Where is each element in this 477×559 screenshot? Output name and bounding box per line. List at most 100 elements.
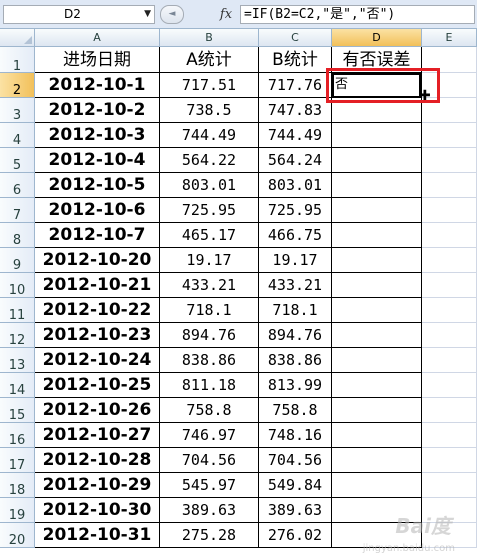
a-stat-cell[interactable]: 811.18 bbox=[160, 373, 259, 398]
header-cell-date[interactable]: 进场日期 bbox=[35, 47, 160, 73]
date-cell[interactable]: 2012-10-4 bbox=[35, 148, 160, 173]
b-stat-cell[interactable]: 894.76 bbox=[259, 323, 332, 348]
row-header-3[interactable]: 3 bbox=[0, 98, 35, 123]
b-stat-cell[interactable]: 838.86 bbox=[259, 348, 332, 373]
empty-cell[interactable] bbox=[422, 298, 477, 323]
empty-cell[interactable] bbox=[422, 423, 477, 448]
a-stat-cell[interactable]: 738.5 bbox=[160, 98, 259, 123]
date-cell[interactable]: 2012-10-29 bbox=[35, 473, 160, 498]
column-header-a[interactable]: A bbox=[35, 29, 160, 47]
error-cell[interactable] bbox=[332, 148, 422, 173]
date-cell[interactable]: 2012-10-3 bbox=[35, 123, 160, 148]
row-header-13[interactable]: 13 bbox=[0, 348, 35, 373]
date-cell[interactable]: 2012-10-23 bbox=[35, 323, 160, 348]
error-cell[interactable] bbox=[332, 298, 422, 323]
column-header-d[interactable]: D bbox=[332, 29, 422, 47]
header-cell-b-stat[interactable]: B统计 bbox=[259, 47, 332, 73]
row-header-11[interactable]: 11 bbox=[0, 298, 35, 323]
header-cell-a-stat[interactable]: A统计 bbox=[160, 47, 259, 73]
a-stat-cell[interactable]: 725.95 bbox=[160, 198, 259, 223]
a-stat-cell[interactable]: 465.17 bbox=[160, 223, 259, 248]
row-header-10[interactable]: 10 bbox=[0, 273, 35, 298]
a-stat-cell[interactable]: 704.56 bbox=[160, 448, 259, 473]
a-stat-cell[interactable]: 717.51 bbox=[160, 73, 259, 98]
date-cell[interactable]: 2012-10-31 bbox=[35, 523, 160, 548]
empty-cell[interactable] bbox=[422, 123, 477, 148]
row-header-16[interactable]: 16 bbox=[0, 423, 35, 448]
b-stat-cell[interactable]: 276.02 bbox=[259, 523, 332, 548]
chevron-down-icon[interactable]: ▼ bbox=[144, 6, 151, 23]
b-stat-cell[interactable]: 564.24 bbox=[259, 148, 332, 173]
error-cell[interactable] bbox=[332, 123, 422, 148]
b-stat-cell[interactable]: 717.76 bbox=[259, 73, 332, 98]
date-cell[interactable]: 2012-10-1 bbox=[35, 73, 160, 98]
formula-bar-expand-button[interactable]: ◄ bbox=[160, 5, 184, 24]
a-stat-cell[interactable]: 744.49 bbox=[160, 123, 259, 148]
error-cell[interactable] bbox=[332, 273, 422, 298]
row-header-19[interactable]: 19 bbox=[0, 498, 35, 523]
row-header-6[interactable]: 6 bbox=[0, 173, 35, 198]
date-cell[interactable]: 2012-10-20 bbox=[35, 248, 160, 273]
row-header-20[interactable]: 20 bbox=[0, 523, 35, 548]
error-cell[interactable] bbox=[332, 248, 422, 273]
row-header-7[interactable]: 7 bbox=[0, 198, 35, 223]
error-cell[interactable] bbox=[332, 423, 422, 448]
empty-cell[interactable] bbox=[422, 323, 477, 348]
insert-function-button[interactable]: fx bbox=[214, 5, 238, 24]
row-header-8[interactable]: 8 bbox=[0, 223, 35, 248]
empty-cell[interactable] bbox=[422, 348, 477, 373]
name-box[interactable]: D2 ▼ bbox=[3, 5, 155, 24]
a-stat-cell[interactable]: 718.1 bbox=[160, 298, 259, 323]
date-cell[interactable]: 2012-10-5 bbox=[35, 173, 160, 198]
b-stat-cell[interactable]: 758.8 bbox=[259, 398, 332, 423]
error-cell[interactable] bbox=[332, 348, 422, 373]
row-header-12[interactable]: 12 bbox=[0, 323, 35, 348]
date-cell[interactable]: 2012-10-24 bbox=[35, 348, 160, 373]
empty-cell[interactable] bbox=[422, 173, 477, 198]
date-cell[interactable]: 2012-10-25 bbox=[35, 373, 160, 398]
empty-cell[interactable] bbox=[422, 373, 477, 398]
a-stat-cell[interactable]: 758.8 bbox=[160, 398, 259, 423]
empty-cell[interactable] bbox=[422, 223, 477, 248]
row-header-1[interactable]: 1 bbox=[0, 47, 35, 74]
b-stat-cell[interactable]: 466.75 bbox=[259, 223, 332, 248]
a-stat-cell[interactable]: 275.28 bbox=[160, 523, 259, 548]
date-cell[interactable]: 2012-10-28 bbox=[35, 448, 160, 473]
date-cell[interactable]: 2012-10-22 bbox=[35, 298, 160, 323]
empty-cell[interactable] bbox=[422, 248, 477, 273]
row-header-9[interactable]: 9 bbox=[0, 248, 35, 273]
a-stat-cell[interactable]: 564.22 bbox=[160, 148, 259, 173]
select-all-button[interactable] bbox=[0, 29, 35, 47]
b-stat-cell[interactable]: 704.56 bbox=[259, 448, 332, 473]
empty-cell[interactable] bbox=[422, 473, 477, 498]
b-stat-cell[interactable]: 747.83 bbox=[259, 98, 332, 123]
column-header-c[interactable]: C bbox=[259, 29, 332, 47]
empty-cell[interactable] bbox=[422, 148, 477, 173]
a-stat-cell[interactable]: 433.21 bbox=[160, 273, 259, 298]
error-cell[interactable] bbox=[332, 198, 422, 223]
row-header-4[interactable]: 4 bbox=[0, 123, 35, 148]
b-stat-cell[interactable]: 389.63 bbox=[259, 498, 332, 523]
error-cell[interactable] bbox=[332, 398, 422, 423]
b-stat-cell[interactable]: 813.99 bbox=[259, 373, 332, 398]
row-header-18[interactable]: 18 bbox=[0, 473, 35, 498]
error-cell[interactable] bbox=[332, 173, 422, 198]
b-stat-cell[interactable]: 433.21 bbox=[259, 273, 332, 298]
row-header-5[interactable]: 5 bbox=[0, 148, 35, 173]
b-stat-cell[interactable]: 718.1 bbox=[259, 298, 332, 323]
a-stat-cell[interactable]: 838.86 bbox=[160, 348, 259, 373]
error-cell[interactable] bbox=[332, 373, 422, 398]
row-header-15[interactable]: 15 bbox=[0, 398, 35, 423]
error-cell[interactable] bbox=[332, 223, 422, 248]
date-cell[interactable]: 2012-10-27 bbox=[35, 423, 160, 448]
error-cell[interactable] bbox=[332, 473, 422, 498]
formula-input[interactable]: =IF(B2=C2,"是","否") bbox=[240, 5, 475, 24]
row-header-17[interactable]: 17 bbox=[0, 448, 35, 473]
b-stat-cell[interactable]: 19.17 bbox=[259, 248, 332, 273]
b-stat-cell[interactable]: 803.01 bbox=[259, 173, 332, 198]
date-cell[interactable]: 2012-10-7 bbox=[35, 223, 160, 248]
column-header-e[interactable]: E bbox=[422, 29, 477, 47]
a-stat-cell[interactable]: 746.97 bbox=[160, 423, 259, 448]
column-header-b[interactable]: B bbox=[160, 29, 259, 47]
date-cell[interactable]: 2012-10-30 bbox=[35, 498, 160, 523]
